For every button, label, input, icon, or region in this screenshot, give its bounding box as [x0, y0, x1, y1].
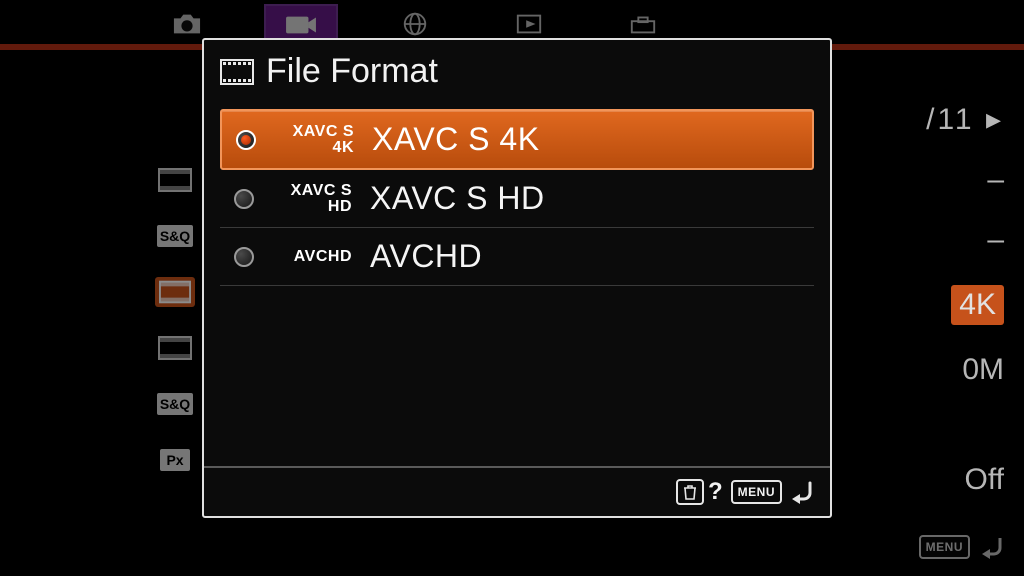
menu-back-button[interactable]: MENU	[731, 479, 816, 505]
sq-icon: S&Q	[155, 221, 195, 251]
menu-badge-bg: MENU	[919, 535, 970, 559]
radio-icon	[234, 189, 254, 209]
bg-value-dash: –	[926, 165, 1004, 195]
background-right-column: /11 ▸ – – 4K 0M Off	[926, 105, 1004, 525]
dialog-header: File Format	[204, 40, 830, 101]
file-format-dialog: File Format XAVC S4K XAVC S 4K XAVC SHD …	[202, 38, 832, 518]
filmstrip-icon	[220, 59, 254, 85]
filmstrip-icon	[155, 333, 195, 363]
bg-value-off: Off	[926, 465, 1004, 495]
bg-value-dash: –	[926, 225, 1004, 255]
option-xavc-s-hd[interactable]: XAVC SHD XAVC S HD	[220, 170, 814, 228]
sq-icon: S&Q	[155, 389, 195, 419]
bg-value-rate: 0M	[926, 355, 1004, 385]
radio-icon	[236, 130, 256, 150]
option-label: XAVC S HD	[370, 180, 545, 217]
option-xavc-s-4k[interactable]: XAVC S4K XAVC S 4K	[220, 109, 814, 170]
option-avchd[interactable]: AVCHD AVCHD	[220, 228, 814, 286]
radio-icon	[234, 247, 254, 267]
filmstrip-icon	[155, 165, 195, 195]
filmstrip-icon	[155, 277, 195, 307]
option-short-badge: XAVC SHD	[272, 183, 352, 213]
help-question-mark: ?	[708, 478, 723, 506]
trash-icon	[676, 479, 704, 505]
option-short-badge: AVCHD	[272, 249, 352, 264]
back-arrow-icon	[976, 534, 1006, 560]
page-indicator-bg: /11 ▸	[926, 105, 1004, 135]
bg-value-4k: 4K	[951, 285, 1004, 325]
option-label: AVCHD	[370, 238, 482, 275]
delete-help-button[interactable]: ?	[676, 478, 723, 506]
option-short-badge: XAVC S4K	[274, 124, 354, 154]
dialog-title: File Format	[266, 52, 438, 91]
option-label: XAVC S 4K	[372, 121, 540, 158]
back-arrow-icon	[786, 479, 816, 505]
camera-menu-screen: /11 ▸ – – 4K 0M Off S&Q S&Q Px MENU	[0, 0, 1024, 576]
background-left-icons: S&Q S&Q Px	[155, 165, 195, 475]
px-icon: Px	[155, 445, 195, 475]
option-list: XAVC S4K XAVC S 4K XAVC SHD XAVC S HD AV…	[204, 101, 830, 466]
bg-menu-back: MENU	[919, 534, 1006, 560]
dialog-footer: ? MENU	[204, 466, 830, 516]
menu-badge: MENU	[731, 480, 782, 504]
